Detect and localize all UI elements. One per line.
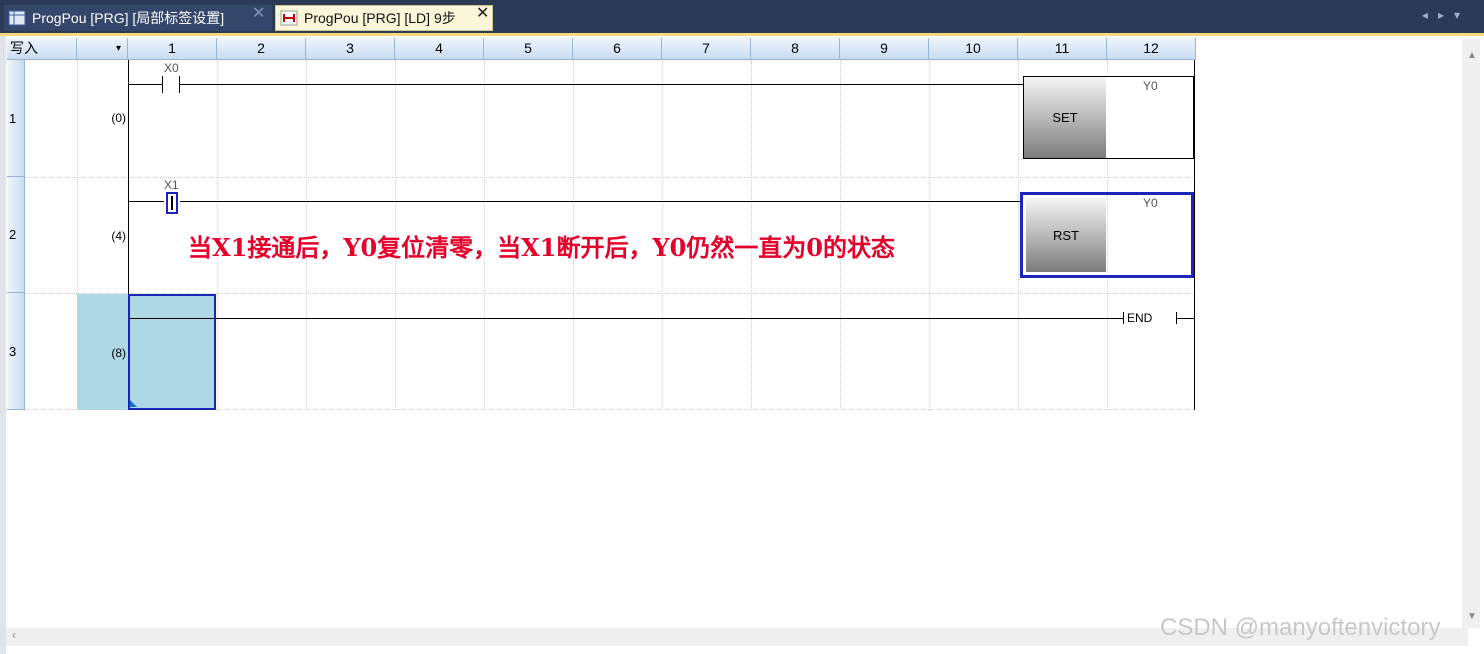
close-icon[interactable]: ✕ [476,3,489,23]
row-header[interactable]: 3 [7,293,25,410]
column-header: 8 [751,38,840,60]
contact-label: X1 [164,178,179,192]
tab-ladder-label: ProgPou [PRG] [LD] 9步 [304,10,456,26]
column-header: 6 [573,38,662,60]
right-power-rail [1194,60,1195,410]
scroll-up-icon[interactable]: ▲ [1467,50,1477,61]
column-header: 4 [395,38,484,60]
end-instruction[interactable]: END [1127,311,1152,325]
contact-label: X0 [164,61,179,75]
table-icon [8,10,26,26]
column-header: 3 [306,38,395,60]
row-header[interactable]: 2 [7,177,25,293]
step-number: (4) [111,229,126,243]
column-header: 2 [217,38,306,60]
close-icon[interactable]: ✕ [252,3,265,23]
mode-label: 写入 [7,38,77,60]
watermark: CSDN @manyoftenvictory [1160,614,1441,641]
end-bracket-left [1123,312,1124,324]
cursor-corner-icon [130,400,137,407]
column-header: 9 [840,38,929,60]
grid-line [25,177,1195,178]
rung-wire [128,84,162,85]
tab-ladder[interactable]: ProgPou [PRG] [LD] 9步 [275,5,493,31]
instruction-label: SET [1024,77,1106,158]
contact-x0-left-bar [162,76,163,93]
rung-wire [1176,318,1194,319]
grid-line [1018,60,1019,410]
device-label: Y0 [1143,196,1158,210]
column-header: 7 [662,38,751,60]
column-header: 10 [929,38,1018,60]
column-header: 12 [1107,38,1196,60]
scroll-left-icon[interactable]: ‹ [12,628,16,642]
annotation-text: 当X1接通后，Y0复位清零，当X1断开后，Y0仍然一直为0的状态 [188,233,896,262]
row-header[interactable]: 1 [7,60,25,177]
step-number: (8) [111,346,126,360]
rung-wire [128,201,164,202]
vertical-scrollbar[interactable]: ▲ ▼ [1462,38,1480,628]
column-header: 11 [1018,38,1107,60]
tab-local-labels-label: ProgPou [PRG] [局部标签设置] [32,10,225,26]
chevron-down-icon[interactable]: ▾ [77,38,128,60]
rung-wire [128,318,1123,319]
tab-bar: ProgPou [PRG] [局部标签设置] ✕ ProgPou [PRG] [… [0,0,1484,35]
column-header: 1 [128,38,217,60]
tab-local-labels[interactable]: ProgPou [PRG] [局部标签设置] [4,5,272,31]
contact-x1-bar [171,196,173,210]
ladder-editor[interactable] [0,36,1484,654]
grid-line [929,60,930,410]
scroll-down-icon[interactable]: ▼ [1467,611,1477,622]
step-number: (0) [111,111,126,125]
device-label: Y0 [1143,79,1158,93]
instruction-label: RST [1026,198,1106,272]
cursor-cell[interactable] [128,294,216,410]
tab-scroll-arrows[interactable]: ◂▸▾ [1422,8,1470,22]
ladder-icon [280,10,298,26]
rung-wire [180,201,1023,202]
column-header: 5 [484,38,573,60]
rung-wire [180,84,1023,85]
